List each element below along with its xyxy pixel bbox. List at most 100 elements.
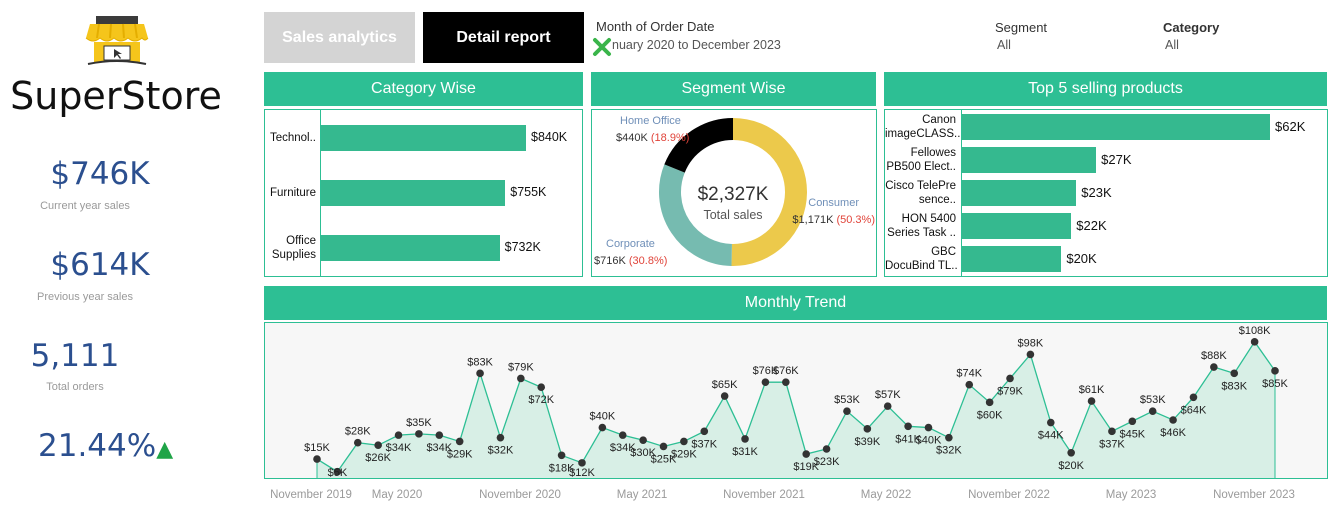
trend-point: [883, 402, 892, 410]
trend-point-label: $23K: [814, 456, 840, 468]
trend-x-tick: May 2022: [861, 489, 912, 501]
trend-point-label: $34K: [386, 442, 412, 454]
trend-x-tick: November 2022: [968, 489, 1050, 501]
trend-point-label: $46K: [1160, 427, 1186, 439]
trend-point-label: $85K: [1262, 378, 1288, 390]
segment-name-label: Consumer: [808, 197, 859, 209]
category-name: Furniture: [269, 187, 316, 199]
segment-value-label: $440K (18.9%): [616, 132, 689, 144]
trend-point: [639, 436, 647, 444]
trend-point-label: $79K: [508, 361, 534, 373]
segment-name-label: Home Office: [620, 115, 681, 127]
trend-point: [1006, 374, 1014, 383]
trend-x-axis: November 2019 May 2020 November 2020 May 20…: [270, 489, 1295, 501]
trend-point: [822, 445, 831, 453]
product-bar-label: $20K: [1066, 251, 1097, 266]
category-bar-label: $732K: [504, 240, 541, 254]
product-bar-label: $62K: [1275, 119, 1306, 134]
brand-name: SuperStore: [10, 74, 222, 118]
product-bar: [962, 147, 1097, 173]
trend-point-label: $61K: [1079, 384, 1105, 396]
detail-report-button[interactable]: Detail report: [423, 12, 584, 63]
sales-analytics-button[interactable]: Sales analytics: [264, 12, 415, 63]
segment-pct-label: (30.8%): [629, 255, 668, 267]
trend-point-label: $79K: [997, 385, 1023, 397]
trend-point-label: $72K: [528, 394, 554, 406]
trend-point-label: $74K: [956, 368, 982, 380]
top-products-title: Top 5 selling products: [884, 72, 1327, 106]
trend-point: [700, 427, 709, 436]
trend-point-label: $76K: [773, 365, 799, 377]
trend-point-label: $32K: [488, 445, 514, 457]
clear-filter-icon[interactable]: [592, 37, 612, 57]
top-products-chart: $62K Canon imageCLASS.. $27K Fellowes PB500…: [884, 109, 1328, 277]
trend-point-label: $65K: [712, 379, 738, 391]
trend-point-label: $35K: [406, 417, 432, 429]
trend-point: [1169, 416, 1177, 424]
trend-point-label: $39K: [854, 436, 880, 448]
segment-wise-chart: $2,327K Total sales Consumer $1,171K (50.3%…: [591, 109, 877, 277]
previous-year-sales-label: Previous year sales: [37, 291, 133, 303]
trend-point-label: $64K: [1181, 404, 1207, 416]
trend-point-label: $32K: [936, 445, 962, 457]
segment-filter-label: Segment: [995, 20, 1048, 35]
trend-point: [843, 407, 851, 415]
date-filter-value[interactable]: nuary 2020 to December 2023: [612, 38, 781, 52]
trend-point-label: $53K: [834, 394, 860, 406]
segment-pct-label: (50.3%): [836, 214, 875, 226]
product-name: Canon imageCLASS..: [885, 114, 961, 140]
trend-point: [680, 437, 688, 446]
arrow-up-icon: ▲: [156, 437, 174, 462]
donut-total-value: $2,327K: [698, 184, 769, 205]
trend-point: [904, 422, 912, 431]
segment-value-label: $1,171K (50.3%): [792, 214, 875, 226]
trend-point: [945, 433, 953, 442]
category-bar-label: $755K: [510, 185, 547, 199]
monthly-trend-title: Monthly Trend: [264, 286, 1327, 320]
trend-point-label: $37K: [691, 438, 717, 450]
product-name: Cisco TelePre sence..: [885, 180, 956, 206]
product-bar: [962, 114, 1270, 140]
product-bar: [962, 246, 1062, 272]
trend-point-label: $40K: [590, 411, 616, 423]
trend-point-label: $88K: [1201, 350, 1227, 362]
trend-point-label: $57K: [875, 389, 901, 401]
segment-filter-value[interactable]: All: [997, 38, 1011, 52]
trend-point-label: $28K: [345, 426, 371, 438]
trend-point: [1250, 338, 1259, 346]
category-wise-chart: $840K Technol.. $755K Furniture $732K Office …: [264, 109, 583, 277]
trend-point: [863, 425, 872, 433]
store-logo: [85, 16, 149, 65]
trend-point-label: $98K: [1018, 337, 1044, 349]
product-bar: [962, 213, 1072, 239]
category-bar-label: $840K: [531, 130, 568, 144]
monthly-trend-chart: $15K $5K $28K $26K $34K $35K $34K $29K $83K $32K $…: [264, 322, 1328, 479]
product-bar-label: $23K: [1081, 185, 1112, 200]
trend-x-tick: November 2019: [270, 489, 352, 501]
trend-x-tick: May 2020: [372, 489, 423, 501]
segment-pct-label: (18.9%): [651, 132, 690, 144]
total-orders-value: 5,111: [30, 338, 120, 374]
trend-point-label: $15K: [304, 442, 330, 454]
trend-point: [1067, 448, 1075, 457]
trend-point-label: $20K: [1058, 460, 1084, 472]
trend-point-label: $44K: [1038, 430, 1064, 442]
category-bar: [321, 180, 506, 206]
trend-point: [802, 450, 810, 458]
trend-point: [659, 442, 668, 451]
trend-point: [394, 431, 403, 439]
trend-x-tick: November 2023: [1213, 489, 1295, 501]
trend-point: [496, 433, 505, 442]
trend-point: [1189, 393, 1198, 402]
trend-point: [435, 431, 444, 439]
category-wise-title: Category Wise: [264, 72, 583, 106]
growth-rate: 21.44%▲: [38, 428, 173, 464]
donut-total-label: Total sales: [703, 208, 762, 222]
trend-point-label: $45K: [1119, 428, 1145, 440]
category-filter-value[interactable]: All: [1165, 38, 1179, 52]
trend-point: [618, 431, 627, 439]
trend-point: [1271, 367, 1279, 375]
trend-x-tick: November 2021: [723, 489, 805, 501]
current-year-sales-value: $746K: [50, 156, 150, 192]
category-name: Technol..: [269, 132, 316, 144]
